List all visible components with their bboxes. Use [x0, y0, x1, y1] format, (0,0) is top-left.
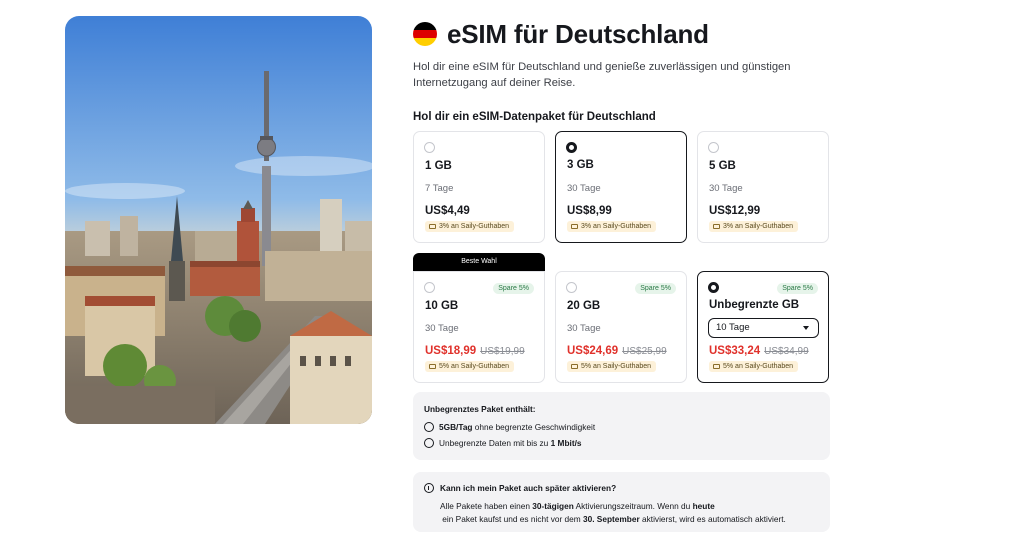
page-header: eSIM für Deutschland	[413, 18, 831, 50]
plan-price: US$4,49	[425, 205, 470, 217]
plan-card[interactable]: Spare 5% Unbegrenzte GB 10 Tage US$33,24 US$…	[697, 271, 829, 383]
wallet-icon	[571, 224, 578, 229]
plan-card[interactable]: Spare 5% 20 GB 30 Tage US$24,69 US$25,99 5% a…	[555, 271, 687, 383]
unlimited-line-speed: 5GB/Tag ohne begrenzte Geschwindigkeit	[424, 422, 595, 432]
plan-data-amount: 5 GB	[709, 160, 736, 172]
plan-data-amount: 10 GB	[425, 300, 459, 312]
plan-card[interactable]: 5 GB 30 Tage US$12,99 3% an Saily-Guthaben	[697, 131, 829, 243]
page-title: eSIM für Deutschland	[447, 18, 709, 49]
plan-duration: 30 Tage	[567, 183, 601, 194]
plan-radio[interactable]	[424, 282, 435, 293]
plan-grid: Beste Wahl 1 GB 7 Tage US$4,49 3% an Saily-…	[413, 131, 831, 383]
plan-duration: 30 Tage	[425, 323, 459, 334]
wallet-icon	[713, 364, 720, 369]
unlimited-box-title: Unbegrenztes Paket enthält:	[424, 404, 536, 414]
plan-duration: 30 Tage	[709, 183, 743, 194]
faq-answer: Alle Pakete haben einen 30-tägigen Aktiv…	[440, 501, 786, 524]
wallet-icon	[429, 224, 436, 229]
unlimited-info-box: Unbegrenztes Paket enthält: 5GB/Tag ohne…	[413, 392, 830, 460]
plan-radio[interactable]	[708, 282, 719, 293]
unlimited-line-data: Unbegrenzte Daten mit bis zu 1 Mbit/s	[424, 438, 582, 448]
discount-badge: Spare 5%	[635, 283, 676, 294]
chevron-down-icon	[803, 326, 809, 330]
faq-question: Kann ich mein Paket auch später aktivier…	[424, 483, 616, 493]
plan-duration: 7 Tage	[425, 183, 454, 194]
activation-faq-box: Kann ich mein Paket auch später aktivier…	[413, 472, 830, 532]
plan-price: US$24,69 US$25,99	[567, 345, 667, 357]
globe-icon	[424, 438, 434, 448]
plan-radio[interactable]	[708, 142, 719, 153]
plan-price: US$8,99	[567, 205, 612, 217]
plan-radio[interactable]	[424, 142, 435, 153]
plans-section-label: Hol dir ein eSIM-Datenpaket für Deutschl…	[413, 111, 656, 123]
plan-radio[interactable]	[566, 282, 577, 293]
credit-badge: 5% an Saily-Guthaben	[425, 361, 515, 372]
wallet-icon	[713, 224, 720, 229]
best-choice-tab: Beste Wahl	[413, 253, 545, 271]
credit-badge: 5% an Saily-Guthaben	[567, 361, 657, 372]
plan-data-amount: 20 GB	[567, 300, 601, 312]
plan-data-amount: 3 GB	[567, 159, 594, 171]
credit-badge: 3% an Saily-Guthaben	[425, 221, 515, 232]
plan-old-price: US$19,99	[480, 346, 525, 357]
plan-duration: 30 Tage	[567, 323, 601, 334]
plan-price: US$12,99	[709, 205, 761, 217]
plan-data-amount: Unbegrenzte GB	[709, 299, 800, 311]
plan-data-amount: 1 GB	[425, 160, 452, 172]
info-icon	[424, 483, 434, 493]
speedometer-icon	[424, 422, 434, 432]
plan-card[interactable]: Spare 5% 10 GB 30 Tage US$18,99 US$19,99 5% a…	[413, 271, 545, 383]
wallet-icon	[429, 364, 436, 369]
plan-radio[interactable]	[566, 142, 577, 153]
discount-badge: Spare 5%	[777, 283, 818, 294]
hero-image	[65, 16, 372, 424]
duration-select[interactable]: 10 Tage	[708, 318, 819, 338]
credit-badge: 5% an Saily-Guthaben	[709, 361, 799, 372]
discount-badge: Spare 5%	[493, 283, 534, 294]
credit-badge: 3% an Saily-Guthaben	[709, 221, 799, 232]
credit-badge: 3% an Saily-Guthaben	[567, 221, 657, 232]
plan-price: US$33,24 US$34,99	[709, 345, 809, 357]
plan-old-price: US$34,99	[764, 346, 809, 357]
germany-flag-icon	[413, 22, 437, 46]
intro-text: Hol dir eine eSIM für Deutschland und ge…	[413, 61, 791, 89]
plan-price: US$18,99 US$19,99	[425, 345, 525, 357]
wallet-icon	[571, 364, 578, 369]
plan-card[interactable]: 3 GB 30 Tage US$8,99 3% an Saily-Guthaben	[555, 131, 687, 243]
plan-card[interactable]: 1 GB 7 Tage US$4,49 3% an Saily-Guthaben	[413, 131, 545, 243]
plan-old-price: US$25,99	[622, 346, 667, 357]
